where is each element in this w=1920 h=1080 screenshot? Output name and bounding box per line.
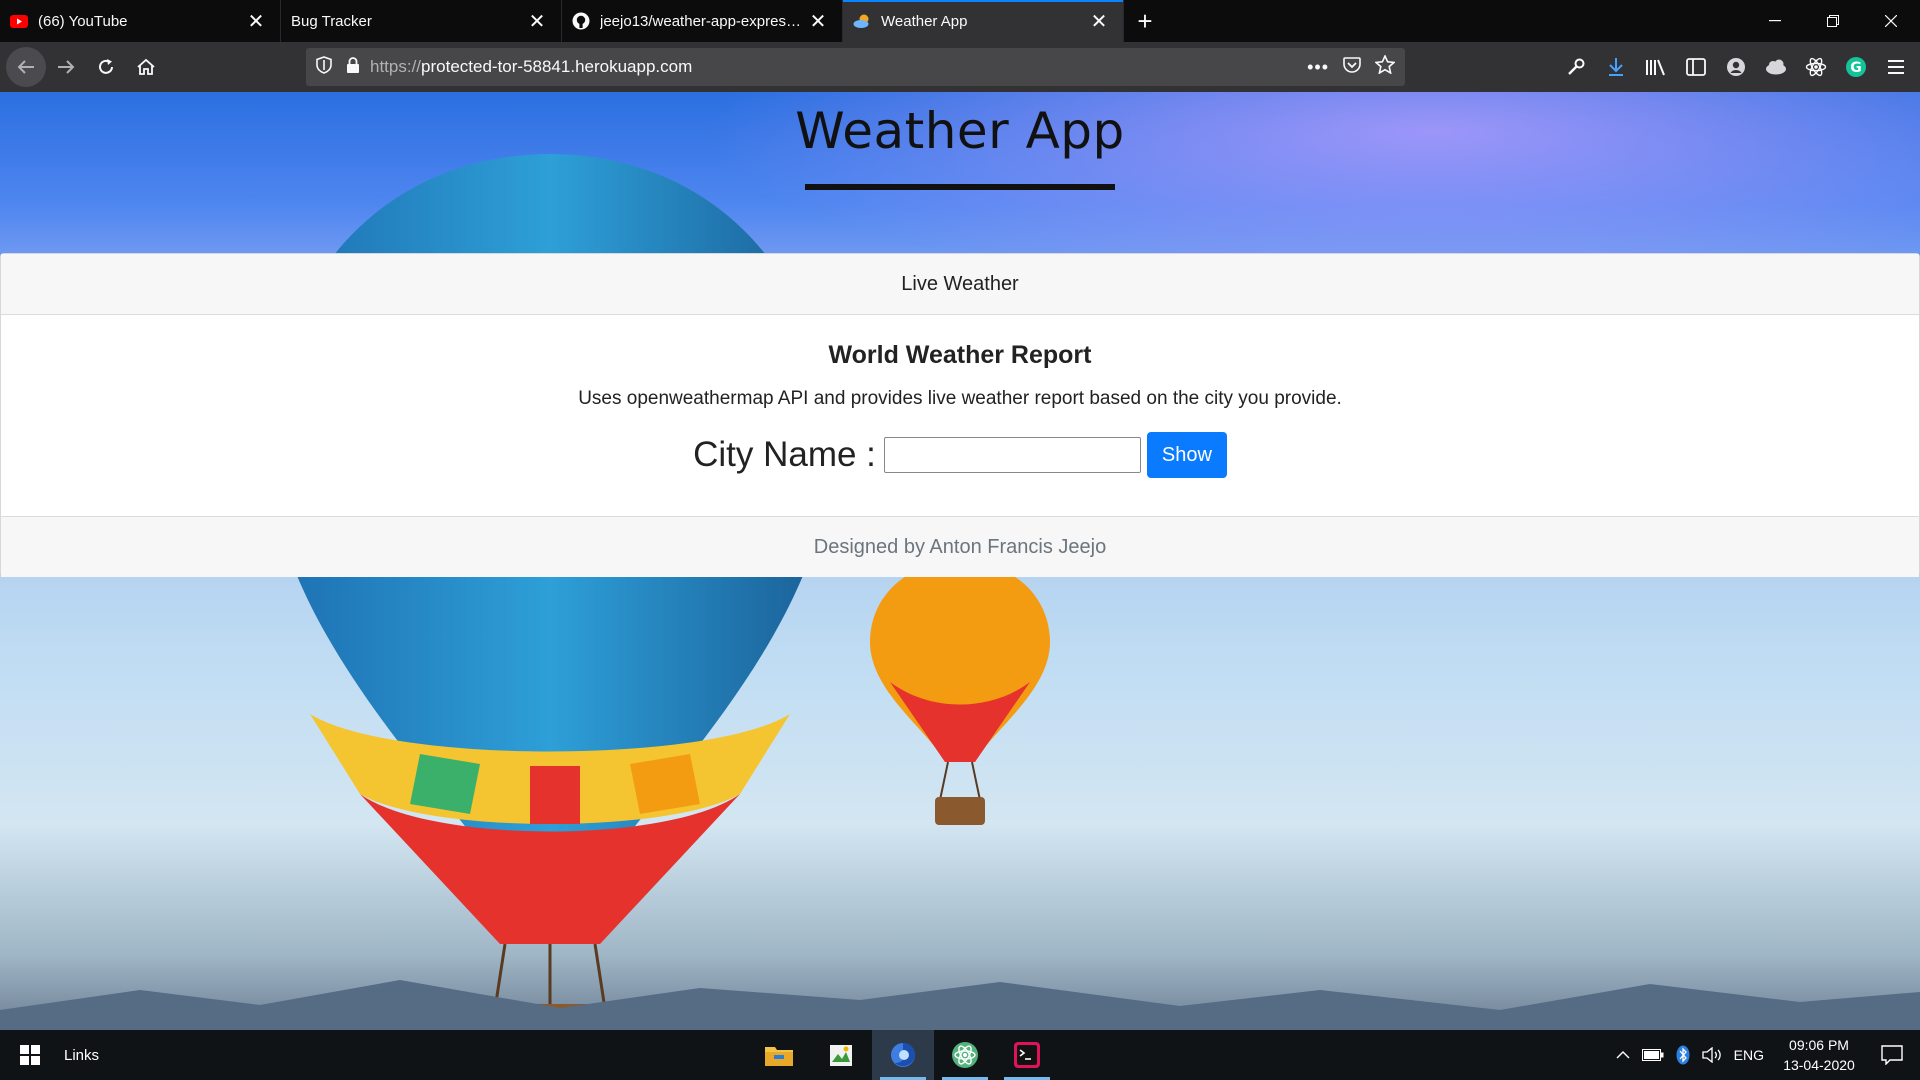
bookmark-star-icon[interactable]	[1374, 54, 1396, 79]
github-icon	[572, 12, 590, 30]
volume-icon[interactable]	[1698, 1030, 1728, 1080]
account-icon[interactable]	[1718, 47, 1754, 87]
sidebar-icon[interactable]	[1678, 47, 1714, 87]
browser-tab-strip: (66) YouTube ✕ Bug Tracker ✕ jeejo13/wea…	[0, 0, 1920, 42]
forward-button[interactable]	[46, 47, 86, 87]
windows-start-icon[interactable]	[0, 1030, 60, 1080]
reload-button[interactable]	[86, 47, 126, 87]
taskbar-apps	[748, 1030, 1058, 1080]
window-controls	[1746, 0, 1920, 42]
back-button[interactable]	[6, 47, 46, 87]
close-icon[interactable]: ✕	[1089, 11, 1109, 33]
firefox-icon[interactable]	[872, 1030, 934, 1080]
download-icon[interactable]	[1598, 47, 1634, 87]
browser-navbar: https://protected-tor-58841.herokuapp.co…	[0, 42, 1920, 92]
tab-title: Weather App	[881, 12, 968, 30]
extension-cloud-icon[interactable]	[1758, 47, 1794, 87]
tab-bug-tracker[interactable]: Bug Tracker ✕	[281, 0, 562, 42]
pocket-icon[interactable]	[1343, 56, 1361, 78]
close-icon[interactable]: ✕	[527, 11, 547, 33]
react-devtools-icon[interactable]	[1798, 47, 1834, 87]
action-center-icon[interactable]	[1864, 1030, 1920, 1080]
city-form: City Name : Show	[1, 432, 1919, 478]
tab-github[interactable]: jeejo13/weather-app-expressJS ✕	[562, 0, 843, 42]
tab-title: jeejo13/weather-app-expressJS	[600, 12, 808, 30]
tab-title: Bug Tracker	[291, 12, 372, 30]
url-host: protected-tor-58841.herokuapp.com	[421, 57, 693, 76]
tab-title: (66) YouTube	[38, 12, 128, 30]
app-title: Weather App	[795, 102, 1125, 160]
restore-button[interactable]	[1804, 0, 1862, 42]
library-icon[interactable]	[1638, 47, 1674, 87]
toolbar-right: G	[1558, 47, 1914, 87]
url-text[interactable]: https://protected-tor-58841.herokuapp.co…	[370, 57, 1307, 77]
tab-weather-app[interactable]: Weather App ✕	[843, 0, 1124, 42]
system-clock[interactable]: 09:06 PM 13-04-2020	[1774, 1035, 1864, 1075]
links-toolbar-label[interactable]: Links	[64, 1047, 99, 1064]
grammarly-icon[interactable]: G	[1838, 47, 1874, 87]
battery-icon[interactable]	[1638, 1030, 1668, 1080]
image-editor-icon[interactable]	[810, 1030, 872, 1080]
close-window-button[interactable]	[1862, 0, 1920, 42]
file-explorer-icon[interactable]	[748, 1030, 810, 1080]
show-hidden-icons-icon[interactable]	[1608, 1030, 1638, 1080]
minimize-button[interactable]	[1746, 0, 1804, 42]
youtube-icon	[10, 12, 28, 30]
weather-icon	[853, 12, 871, 30]
show-button[interactable]: Show	[1146, 432, 1227, 478]
tab-youtube[interactable]: (66) YouTube ✕	[0, 0, 281, 42]
clock-time: 09:06 PM	[1789, 1037, 1849, 1053]
weather-card: Live Weather World Weather Report Uses o…	[0, 253, 1920, 577]
windows-taskbar: Links ENG 09:06 PM 13-04-2020	[0, 1030, 1920, 1080]
card-body: World Weather Report Uses openweathermap…	[1, 315, 1919, 516]
mountains-image	[0, 980, 1920, 1030]
lock-icon[interactable]	[346, 56, 360, 78]
small-balloon-image	[870, 562, 1050, 825]
city-name-input[interactable]	[883, 437, 1141, 473]
city-name-label: City Name :	[693, 435, 876, 474]
page-viewport: Weather App Live Weather World Weather R…	[0, 92, 1920, 1030]
url-scheme: https://	[370, 57, 422, 76]
card-header: Live Weather	[1, 254, 1919, 315]
wrench-icon[interactable]	[1558, 47, 1594, 87]
card-title: World Weather Report	[828, 341, 1092, 369]
address-bar[interactable]: https://protected-tor-58841.herokuapp.co…	[306, 48, 1405, 86]
atom-editor-icon[interactable]	[934, 1030, 996, 1080]
page-actions-icon[interactable]: •••	[1307, 57, 1329, 78]
terminal-icon[interactable]	[996, 1030, 1058, 1080]
card-footer: Designed by Anton Francis Jeejo	[1, 516, 1919, 577]
home-button[interactable]	[126, 47, 166, 87]
title-underline	[805, 184, 1115, 190]
card-description: Uses openweathermap API and provides liv…	[578, 388, 1342, 409]
system-tray: ENG 09:06 PM 13-04-2020	[1608, 1030, 1920, 1080]
tracking-protection-icon[interactable]	[316, 55, 332, 79]
close-icon[interactable]: ✕	[246, 11, 266, 33]
close-icon[interactable]: ✕	[808, 11, 828, 33]
bluetooth-icon[interactable]	[1668, 1030, 1698, 1080]
svg-text:G: G	[1850, 60, 1862, 76]
clock-date: 13-04-2020	[1783, 1057, 1855, 1073]
input-language[interactable]: ENG	[1734, 1047, 1764, 1063]
new-tab-button[interactable]: +	[1124, 0, 1166, 42]
menu-icon[interactable]	[1878, 47, 1914, 87]
